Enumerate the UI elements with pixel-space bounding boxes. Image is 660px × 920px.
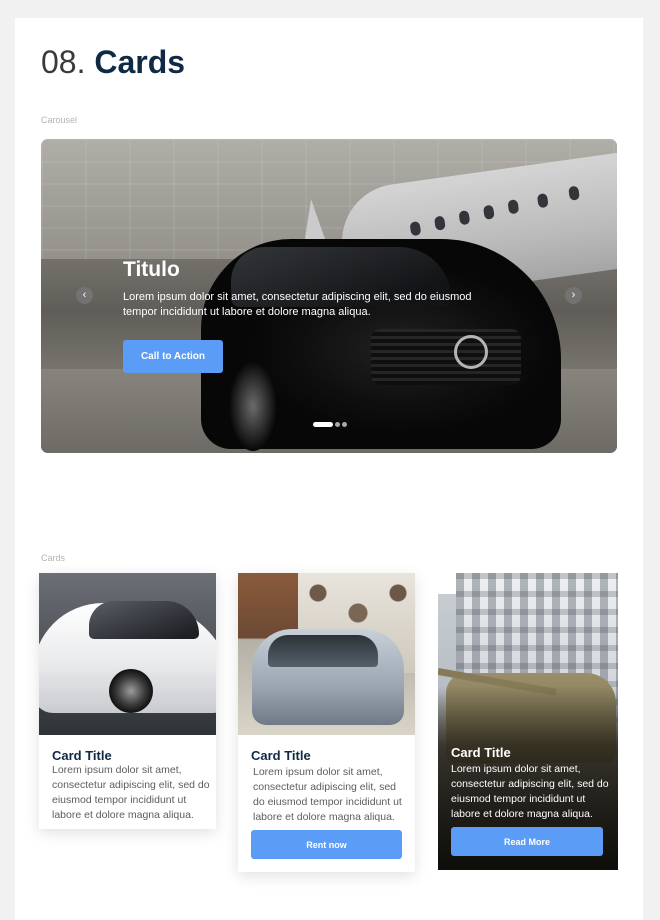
card-title: Card Title	[52, 748, 112, 763]
rent-now-button[interactable]: Rent now	[251, 830, 402, 859]
read-more-button[interactable]: Read More	[451, 827, 603, 856]
card-image-gradient	[438, 573, 618, 870]
cards-section-label: Cards	[41, 553, 66, 563]
page-sheet: 08. Cards Carousel Titulo Lorem ipsum do…	[15, 18, 643, 920]
carousel[interactable]: Titulo Lorem ipsum dolor sit amet, conse…	[41, 139, 617, 453]
card-text: Lorem ipsum dolor sit amet, consectetur …	[52, 764, 210, 821]
chevron-right-icon[interactable]: ›	[565, 287, 582, 304]
page-title: 08. Cards	[41, 42, 185, 82]
slide-text: Lorem ipsum dolor sit amet, consectetur …	[123, 291, 472, 318]
slide-title: Titulo	[123, 258, 180, 281]
section-number: 08.	[41, 44, 86, 80]
carousel-section-label: Carousel	[41, 115, 78, 125]
card-image	[438, 573, 618, 870]
card-text: Lorem ipsum dolor sit amet, consectetur …	[451, 763, 609, 820]
card-image	[238, 573, 415, 735]
card-image-car-windshield	[268, 635, 378, 667]
card-white-car[interactable]: Card Title Lorem ipsum dolor sit amet, c…	[39, 573, 216, 829]
card-silver-car[interactable]: Card Title Lorem ipsum dolor sit amet, c…	[238, 573, 415, 872]
carousel-indicator-active[interactable]	[313, 422, 333, 427]
card-image	[39, 573, 216, 735]
card-text: Lorem ipsum dolor sit amet, consectetur …	[253, 766, 402, 823]
card-title: Card Title	[451, 745, 511, 760]
section-title: Cards	[94, 44, 186, 80]
card-title: Card Title	[251, 748, 311, 763]
card-tank[interactable]: Card Title Lorem ipsum dolor sit amet, c…	[438, 573, 618, 870]
chevron-left-icon[interactable]: ‹	[76, 287, 93, 304]
carousel-indicator[interactable]	[342, 422, 347, 427]
card-image-car-window	[89, 601, 199, 639]
card-image-car-wheel	[109, 669, 153, 713]
carousel-indicators	[313, 422, 347, 427]
carousel-indicator[interactable]	[335, 422, 340, 427]
call-to-action-button[interactable]: Call to Action	[123, 340, 223, 373]
